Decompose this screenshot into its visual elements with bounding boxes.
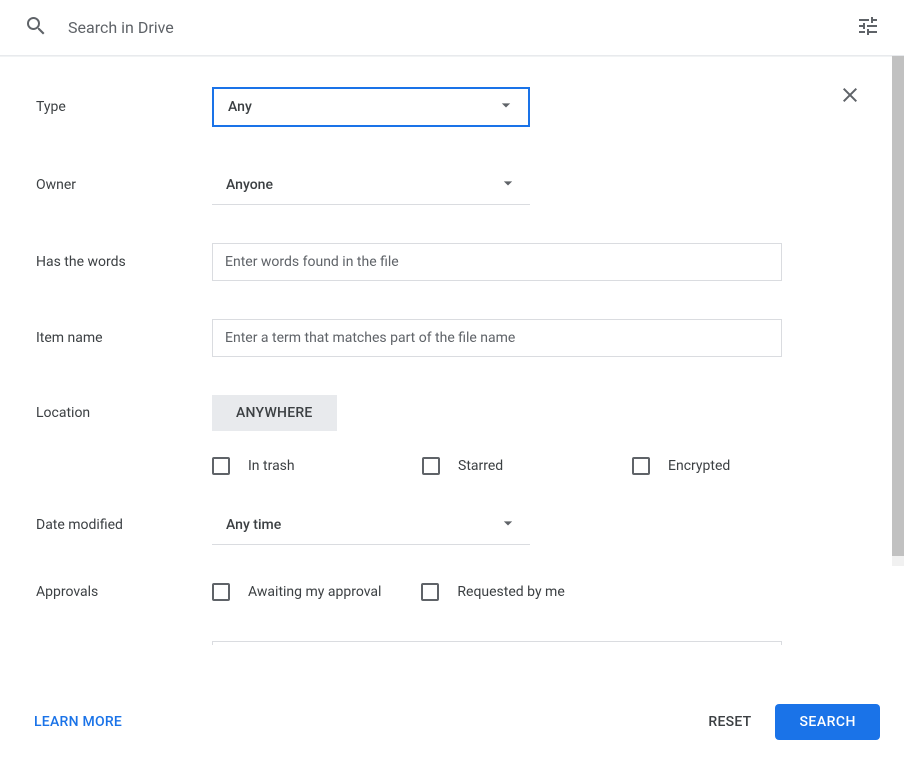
flag-checkboxes: In trash Starred Encrypted — [36, 457, 868, 475]
chevron-down-icon — [498, 173, 518, 197]
item-name-row: Item name — [36, 319, 868, 357]
type-value: Any — [228, 99, 252, 115]
checkbox-icon — [422, 457, 440, 475]
location-row: Location ANYWHERE — [36, 395, 868, 431]
encrypted-label: Encrypted — [668, 458, 730, 474]
checkbox-icon — [212, 583, 230, 601]
owner-label: Owner — [36, 177, 212, 193]
date-modified-label: Date modified — [36, 517, 212, 533]
has-words-row: Has the words — [36, 243, 868, 281]
checkbox-icon — [632, 457, 650, 475]
learn-more-link[interactable]: Learn More — [34, 714, 122, 730]
requested-by-me-label: Requested by me — [457, 584, 564, 600]
checkbox-icon — [421, 583, 439, 601]
item-name-input[interactable] — [212, 319, 782, 357]
approvals-label: Approvals — [36, 584, 212, 600]
type-row: Type Any — [36, 87, 868, 127]
close-button[interactable] — [830, 75, 870, 119]
partial-input-outline — [212, 641, 782, 645]
scrollbar[interactable] — [892, 56, 904, 566]
has-words-input[interactable] — [212, 243, 782, 281]
awaiting-approval-checkbox[interactable]: Awaiting my approval — [212, 583, 381, 601]
in-trash-label: In trash — [248, 458, 295, 474]
awaiting-approval-label: Awaiting my approval — [248, 584, 381, 600]
location-chip[interactable]: ANYWHERE — [212, 395, 337, 431]
owner-select[interactable]: Anyone — [212, 165, 530, 205]
chevron-down-icon — [496, 95, 516, 119]
checkbox-icon — [212, 457, 230, 475]
starred-label: Starred — [458, 458, 503, 474]
dialog-body: Type Any Owner Anyone Has the words — [0, 57, 904, 692]
close-icon — [838, 92, 862, 111]
in-trash-checkbox[interactable]: In trash — [212, 457, 362, 475]
date-modified-select[interactable]: Any time — [212, 505, 530, 545]
date-modified-value: Any time — [226, 517, 281, 533]
dialog-footer: Learn More Reset Search — [0, 692, 904, 762]
owner-row: Owner Anyone — [36, 165, 868, 205]
owner-value: Anyone — [226, 177, 273, 193]
location-label: Location — [36, 405, 212, 421]
search-button[interactable]: Search — [775, 704, 880, 740]
partial-row — [36, 631, 868, 645]
chevron-down-icon — [498, 513, 518, 537]
tune-icon[interactable] — [856, 14, 880, 42]
search-bar — [0, 0, 904, 56]
advanced-search-dialog: Type Any Owner Anyone Has the words — [0, 56, 904, 762]
scrollbar-thumb[interactable] — [892, 56, 904, 556]
type-label: Type — [36, 99, 212, 115]
item-name-label: Item name — [36, 330, 212, 346]
has-words-label: Has the words — [36, 254, 212, 270]
encrypted-checkbox[interactable]: Encrypted — [632, 457, 782, 475]
type-select[interactable]: Any — [212, 87, 530, 127]
search-icon — [24, 14, 48, 42]
approvals-row: Approvals Awaiting my approval Requested… — [36, 583, 868, 601]
date-modified-row: Date modified Any time — [36, 505, 868, 545]
requested-by-me-checkbox[interactable]: Requested by me — [421, 583, 564, 601]
search-input[interactable] — [68, 18, 856, 37]
reset-button[interactable]: Reset — [692, 706, 767, 738]
starred-checkbox[interactable]: Starred — [422, 457, 572, 475]
